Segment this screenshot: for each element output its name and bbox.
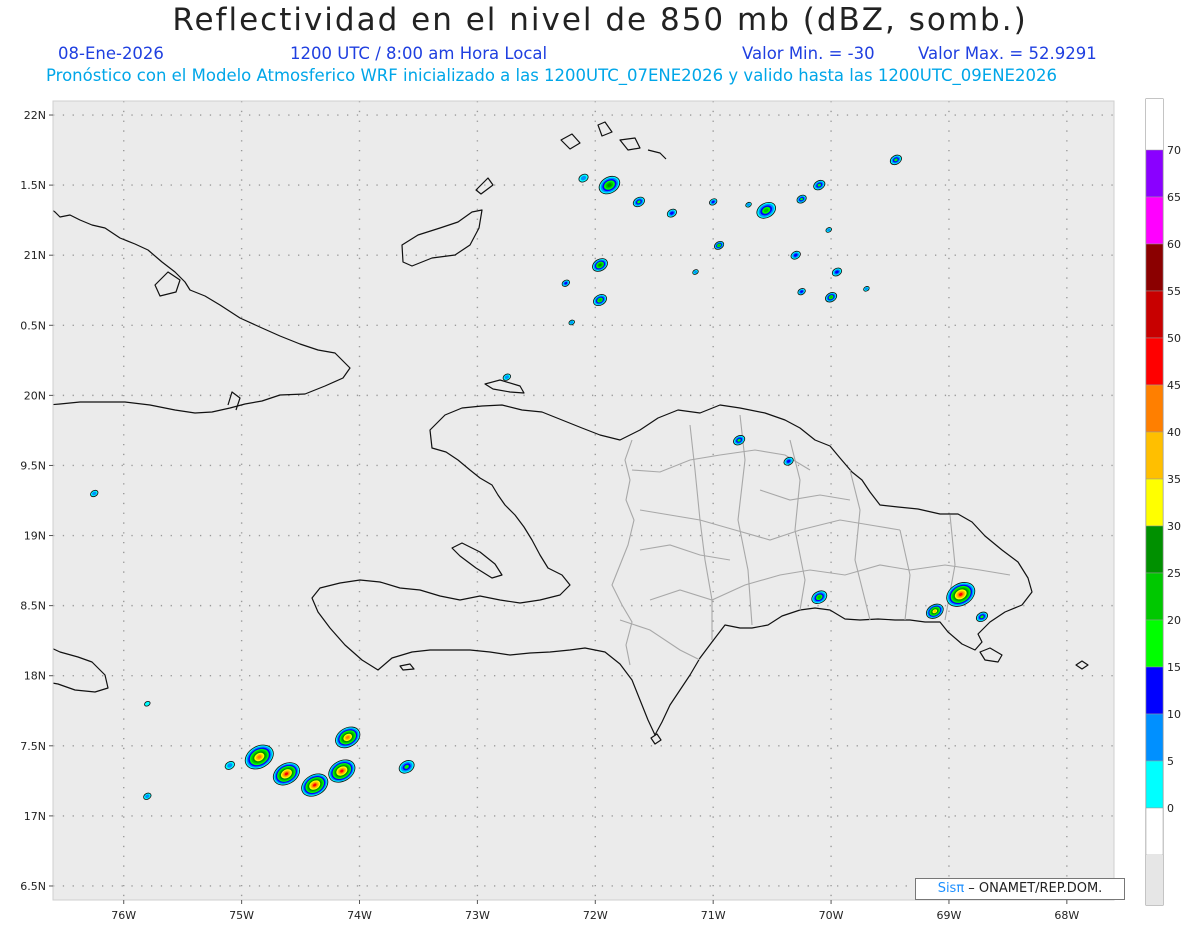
reflectivity-map: 76W 75W 74W 73W 72W 71W 70W 69W 68W 22N 1.5N 21N 0.5… (20, 98, 1181, 922)
sispi-logo: Sisπ (937, 881, 965, 896)
legend-swatch (1145, 243, 1164, 292)
legend-label: 35 (1167, 473, 1181, 486)
y-tick-label: 9.5N (20, 459, 46, 472)
credit-box: Sisπ – ONAMET/REP.DOM. (915, 878, 1125, 900)
legend-label: 45 (1167, 379, 1181, 392)
legend-swatch (1145, 337, 1164, 386)
credit-text: – ONAMET/REP.DOM. (964, 881, 1103, 896)
legend-swatch (1145, 713, 1164, 762)
legend-top-cap (1146, 99, 1163, 150)
x-tick-label: 73W (465, 909, 490, 922)
y-tick-label: 1.5N (20, 179, 46, 192)
legend-swatch (1145, 384, 1164, 433)
y-tick-label: 6.5N (20, 880, 46, 893)
legend-swatch (1145, 525, 1164, 574)
legend-swatch (1145, 431, 1164, 480)
legend-label: 30 (1167, 520, 1181, 533)
x-tick-label: 74W (347, 909, 372, 922)
legend-label: 10 (1167, 708, 1181, 721)
x-tick-label: 71W (701, 909, 726, 922)
x-tick-label: 68W (1054, 909, 1079, 922)
legend-swatch (1145, 572, 1164, 621)
x-tick-label: 76W (111, 909, 136, 922)
color-legend: 7065605550454035302520151050 (1145, 98, 1181, 906)
legend-label: 15 (1167, 661, 1181, 674)
y-tick-label: 19N (24, 530, 46, 543)
legend-label: 50 (1167, 332, 1181, 345)
x-tick-label: 75W (229, 909, 254, 922)
y-tick-label: 7.5N (20, 740, 46, 753)
legend-label: 60 (1167, 238, 1181, 251)
y-tick-label: 18N (24, 670, 46, 683)
y-tick-label: 22N (24, 109, 46, 122)
legend-swatch (1145, 666, 1164, 715)
y-tick-label: 17N (24, 810, 46, 823)
legend-label: 40 (1167, 426, 1181, 439)
legend-swatch (1145, 478, 1164, 527)
y-tick-label: 8.5N (20, 600, 46, 613)
legend-swatch (1145, 619, 1164, 668)
map-background (53, 101, 1114, 900)
legend-label: 20 (1167, 614, 1181, 627)
legend-label: 65 (1167, 191, 1181, 204)
legend-swatch (1145, 807, 1164, 856)
legend-label: 0 (1167, 802, 1174, 815)
legend-bottom-cap (1146, 855, 1163, 905)
x-tick-label: 70W (819, 909, 844, 922)
legend-swatch (1145, 290, 1164, 339)
legend-swatch (1145, 196, 1164, 245)
y-tick-label: 0.5N (20, 319, 46, 332)
legend-swatch (1145, 760, 1164, 809)
legend-label: 55 (1167, 285, 1181, 298)
x-tick-label: 69W (937, 909, 962, 922)
legend-swatch (1145, 149, 1164, 198)
x-tick-label: 72W (583, 909, 608, 922)
y-tick-label: 20N (24, 389, 46, 402)
legend-label: 5 (1167, 755, 1174, 768)
legend-label: 70 (1167, 144, 1181, 157)
y-tick-label: 21N (24, 249, 46, 262)
legend-label: 25 (1167, 567, 1181, 580)
